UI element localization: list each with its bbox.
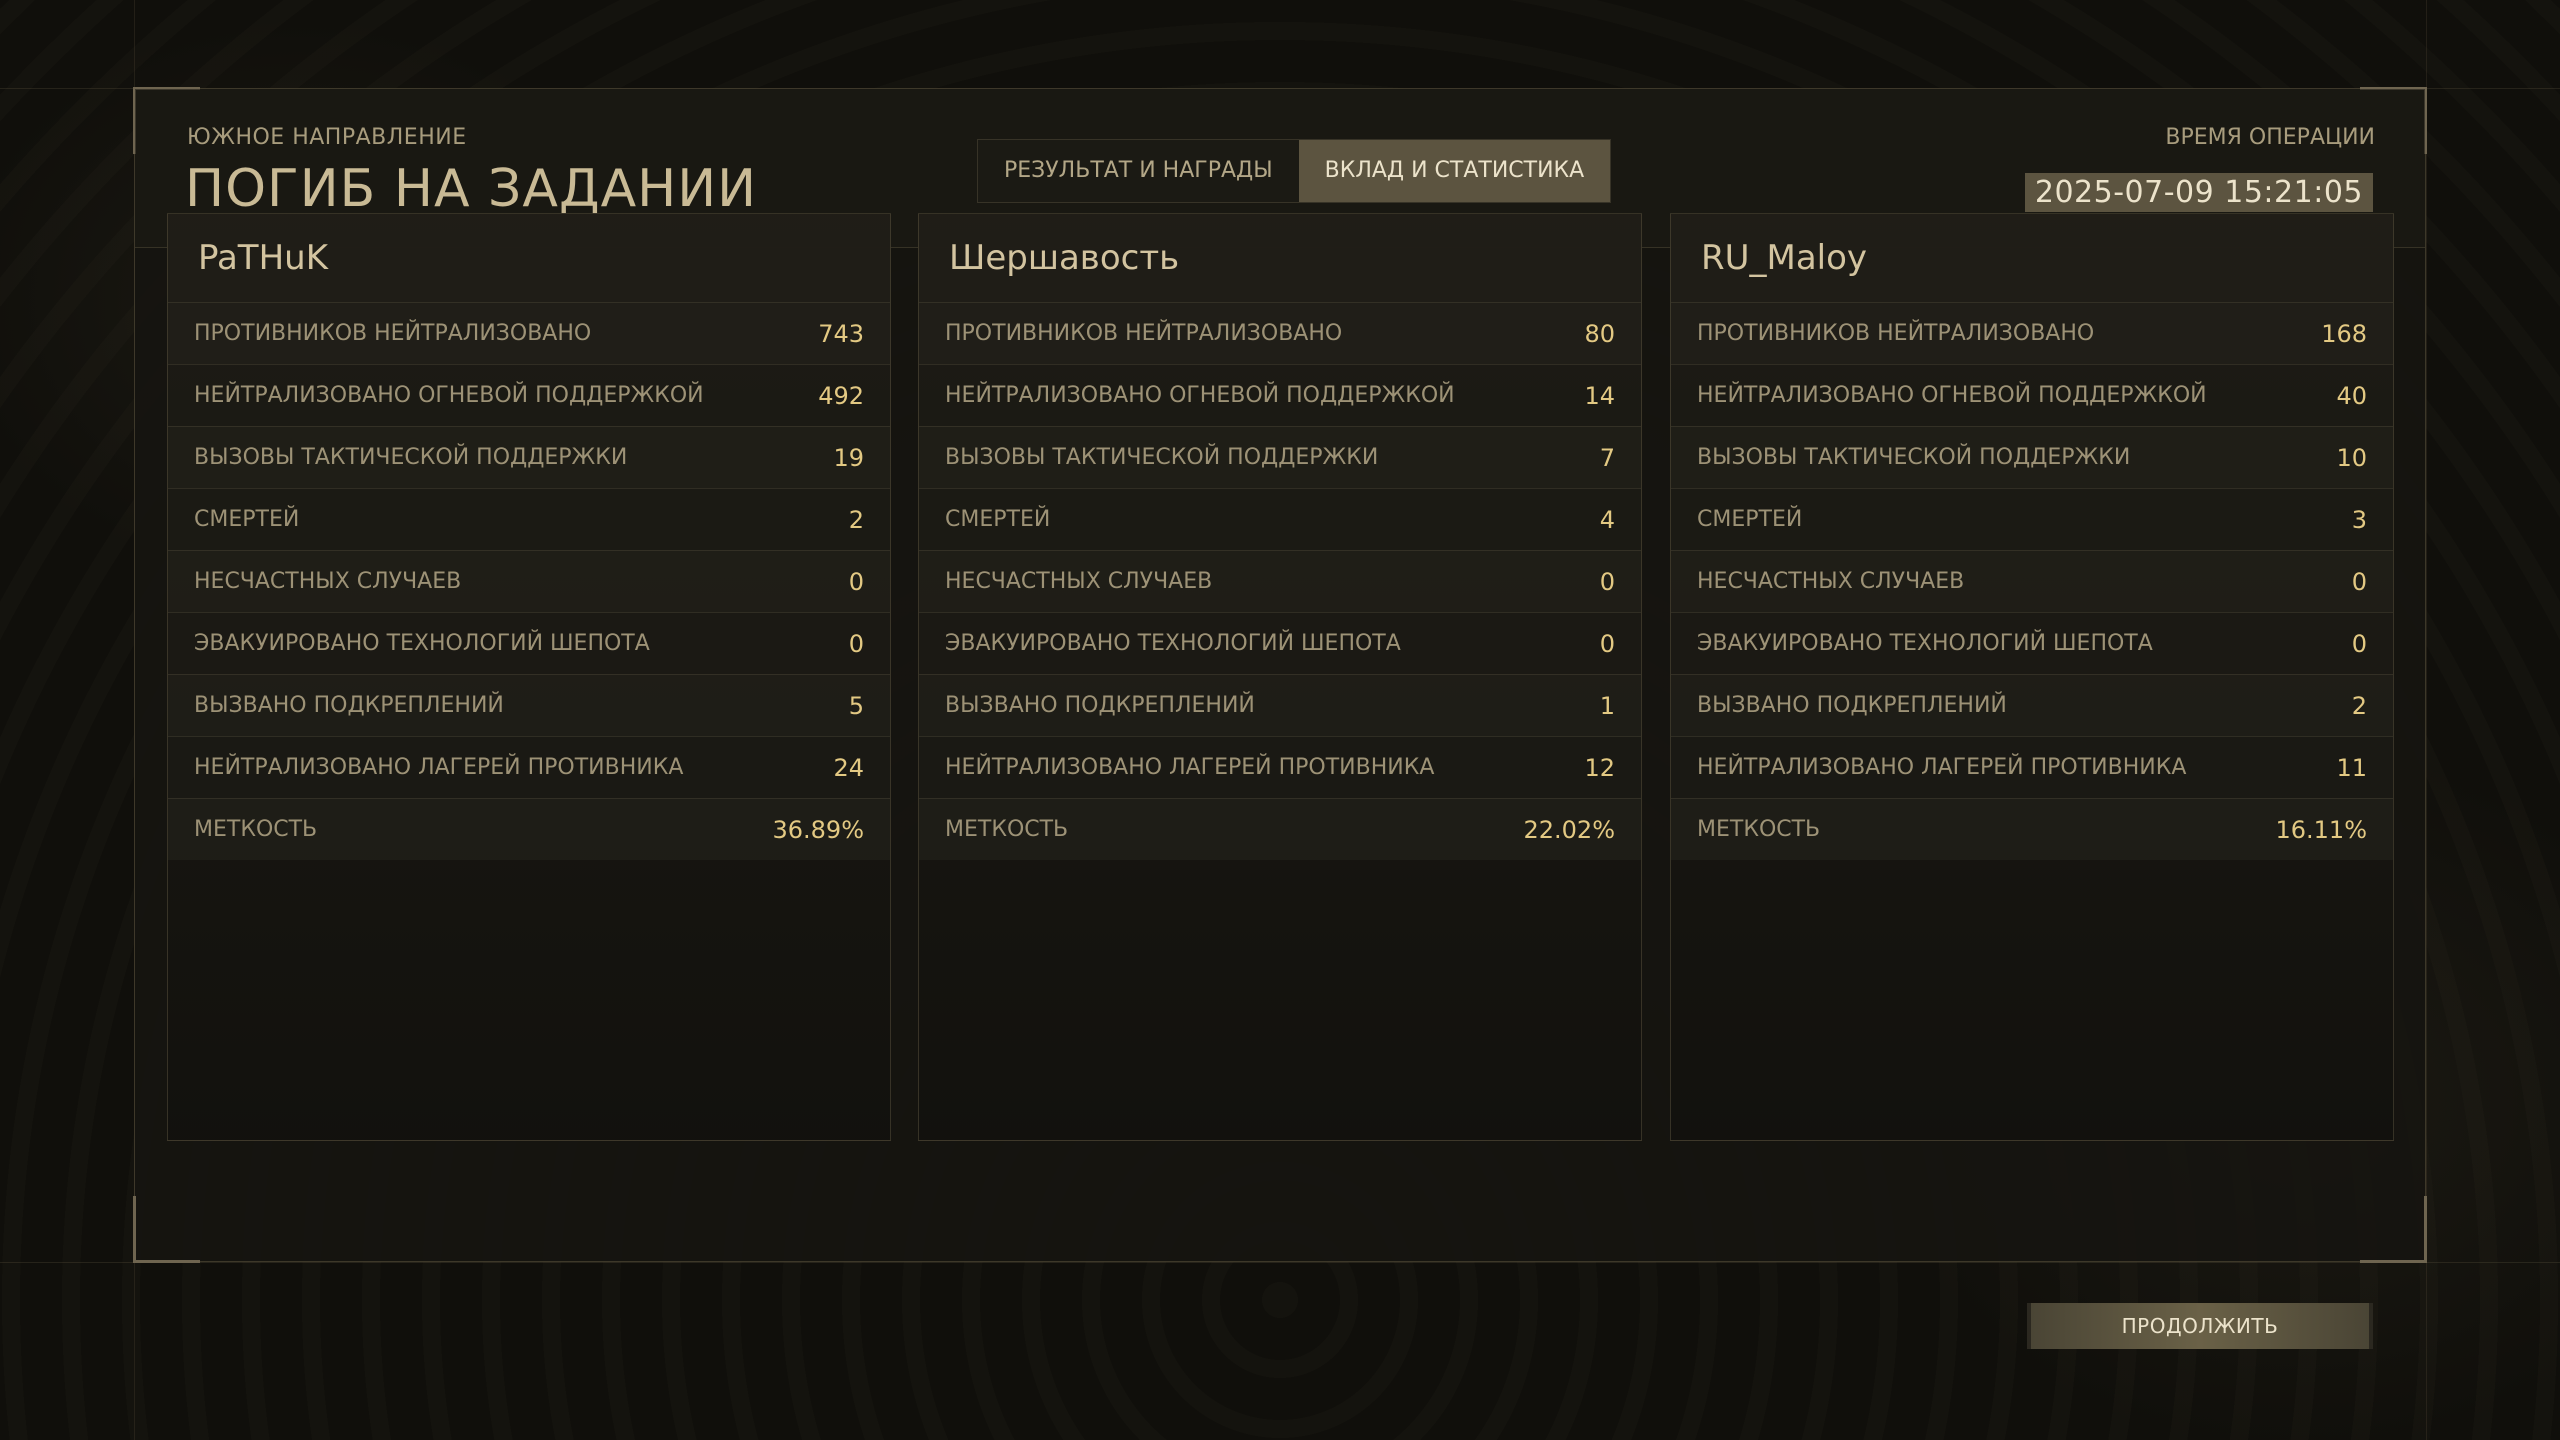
stat-row: ВЫЗОВЫ ТАКТИЧЕСКОЙ ПОДДЕРЖКИ 10 xyxy=(1671,426,2393,488)
stat-label: СМЕРТЕЙ xyxy=(1697,507,1803,532)
stat-row: ПРОТИВНИКОВ НЕЙТРАЛИЗОВАНО 80 xyxy=(919,302,1641,364)
stat-row: НЕЙТРАЛИЗОВАНО ОГНЕВОЙ ПОДДЕРЖКОЙ 40 xyxy=(1671,364,2393,426)
player-card: Шершавость ПРОТИВНИКОВ НЕЙТРАЛИЗОВАНО 80 … xyxy=(918,213,1642,1141)
stat-row: ВЫЗОВЫ ТАКТИЧЕСКОЙ ПОДДЕРЖКИ 7 xyxy=(919,426,1641,488)
stat-value: 0 xyxy=(2351,629,2367,658)
stat-value: 16.11% xyxy=(2275,815,2367,844)
stat-label: НЕСЧАСТНЫХ СЛУЧАЕВ xyxy=(194,569,462,594)
stat-row: НЕЙТРАЛИЗОВАНО ЛАГЕРЕЙ ПРОТИВНИКА 24 xyxy=(168,736,890,798)
stat-value: 10 xyxy=(2336,443,2367,472)
continue-button[interactable]: ПРОДОЛЖИТЬ xyxy=(2027,1303,2373,1349)
stat-value: 24 xyxy=(833,753,864,782)
stat-row: НЕЙТРАЛИЗОВАНО ОГНЕВОЙ ПОДДЕРЖКОЙ 492 xyxy=(168,364,890,426)
stat-row: СМЕРТЕЙ 3 xyxy=(1671,488,2393,550)
stat-label: МЕТКОСТЬ xyxy=(194,817,318,842)
stat-row: НЕЙТРАЛИЗОВАНО ЛАГЕРЕЙ ПРОТИВНИКА 12 xyxy=(919,736,1641,798)
tab-results-rewards[interactable]: РЕЗУЛЬТАТ И НАГРАДЫ xyxy=(978,140,1299,202)
stat-label: НЕЙТРАЛИЗОВАНО ЛАГЕРЕЙ ПРОТИВНИКА xyxy=(194,755,684,780)
stat-row: ПРОТИВНИКОВ НЕЙТРАЛИЗОВАНО 743 xyxy=(168,302,890,364)
stat-row: ЭВАКУИРОВАНО ТЕХНОЛОГИЙ ШЕПОТА 0 xyxy=(1671,612,2393,674)
stat-value: 40 xyxy=(2336,381,2367,410)
stat-row: ЭВАКУИРОВАНО ТЕХНОЛОГИЙ ШЕПОТА 0 xyxy=(168,612,890,674)
stat-label: ВЫЗВАНО ПОДКРЕПЛЕНИЙ xyxy=(194,693,504,718)
stat-value: 11 xyxy=(2336,753,2367,782)
stat-label: НЕЙТРАЛИЗОВАНО ОГНЕВОЙ ПОДДЕРЖКОЙ xyxy=(945,383,1455,408)
stat-row: ВЫЗВАНО ПОДКРЕПЛЕНИЙ 2 xyxy=(1671,674,2393,736)
stat-row: МЕТКОСТЬ 36.89% xyxy=(168,798,890,860)
stat-row: ЭВАКУИРОВАНО ТЕХНОЛОГИЙ ШЕПОТА 0 xyxy=(919,612,1641,674)
stat-row: НЕСЧАСТНЫХ СЛУЧАЕВ 0 xyxy=(168,550,890,612)
stat-value: 3 xyxy=(2351,505,2367,534)
stat-value: 492 xyxy=(818,381,864,410)
stat-label: ЭВАКУИРОВАНО ТЕХНОЛОГИЙ ШЕПОТА xyxy=(945,631,1401,656)
stat-label: МЕТКОСТЬ xyxy=(1697,817,1821,842)
player-name: RU_Maloy xyxy=(1671,214,2393,302)
stat-row: МЕТКОСТЬ 16.11% xyxy=(1671,798,2393,860)
stat-value: 0 xyxy=(848,567,864,596)
stat-value: 2 xyxy=(2351,691,2367,720)
stat-label: ЭВАКУИРОВАНО ТЕХНОЛОГИЙ ШЕПОТА xyxy=(194,631,650,656)
stat-label: НЕСЧАСТНЫХ СЛУЧАЕВ xyxy=(945,569,1213,594)
stat-value: 80 xyxy=(1584,319,1615,348)
corner-ornament xyxy=(2360,1196,2427,1263)
stat-row: СМЕРТЕЙ 2 xyxy=(168,488,890,550)
stat-row: СМЕРТЕЙ 4 xyxy=(919,488,1641,550)
page-title: ПОГИБ НА ЗАДАНИИ xyxy=(185,159,758,219)
stat-label: НЕЙТРАЛИЗОВАНО ЛАГЕРЕЙ ПРОТИВНИКА xyxy=(945,755,1435,780)
stat-value: 0 xyxy=(2351,567,2367,596)
stat-value: 19 xyxy=(833,443,864,472)
player-card: PaTHuK ПРОТИВНИКОВ НЕЙТРАЛИЗОВАНО 743 НЕЙ… xyxy=(167,213,891,1141)
stat-value: 12 xyxy=(1584,753,1615,782)
stat-label: НЕЙТРАЛИЗОВАНО ЛАГЕРЕЙ ПРОТИВНИКА xyxy=(1697,755,2187,780)
stat-label: ЭВАКУИРОВАНО ТЕХНОЛОГИЙ ШЕПОТА xyxy=(1697,631,2153,656)
stat-row: НЕСЧАСТНЫХ СЛУЧАЕВ 0 xyxy=(1671,550,2393,612)
tab-contribution-stats[interactable]: ВКЛАД И СТАТИСТИКА xyxy=(1298,140,1611,202)
stat-label: СМЕРТЕЙ xyxy=(194,507,300,532)
stat-value: 2 xyxy=(848,505,864,534)
stat-label: НЕСЧАСТНЫХ СЛУЧАЕВ xyxy=(1697,569,1965,594)
stat-value: 36.89% xyxy=(772,815,864,844)
player-name: Шершавость xyxy=(919,214,1641,302)
operation-time-value: 2025-07-09 15:21:05 xyxy=(2024,173,2373,212)
stat-value: 1 xyxy=(1599,691,1615,720)
stat-row: ВЫЗВАНО ПОДКРЕПЛЕНИЙ 1 xyxy=(919,674,1641,736)
stat-label: ПРОТИВНИКОВ НЕЙТРАЛИЗОВАНО xyxy=(194,321,592,346)
stat-label: ВЫЗОВЫ ТАКТИЧЕСКОЙ ПОДДЕРЖКИ xyxy=(1697,445,2131,470)
stat-value: 4 xyxy=(1599,505,1615,534)
stat-row: МЕТКОСТЬ 22.02% xyxy=(919,798,1641,860)
stat-row: НЕЙТРАЛИЗОВАНО ЛАГЕРЕЙ ПРОТИВНИКА 11 xyxy=(1671,736,2393,798)
tab-bar: РЕЗУЛЬТАТ И НАГРАДЫ ВКЛАД И СТАТИСТИКА xyxy=(977,139,1612,203)
stat-label: ВЫЗОВЫ ТАКТИЧЕСКОЙ ПОДДЕРЖКИ xyxy=(945,445,1379,470)
stat-row: НЕЙТРАЛИЗОВАНО ОГНЕВОЙ ПОДДЕРЖКОЙ 14 xyxy=(919,364,1641,426)
stat-value: 7 xyxy=(1599,443,1615,472)
stat-row: ВЫЗВАНО ПОДКРЕПЛЕНИЙ 5 xyxy=(168,674,890,736)
stat-label: ПРОТИВНИКОВ НЕЙТРАЛИЗОВАНО xyxy=(1697,321,2095,346)
stat-value: 22.02% xyxy=(1523,815,1615,844)
stat-value: 5 xyxy=(848,691,864,720)
stat-row: НЕСЧАСТНЫХ СЛУЧАЕВ 0 xyxy=(919,550,1641,612)
stat-row: ПРОТИВНИКОВ НЕЙТРАЛИЗОВАНО 168 xyxy=(1671,302,2393,364)
mission-direction: ЮЖНОЕ НАПРАВЛЕНИЕ xyxy=(187,125,467,150)
stat-label: НЕЙТРАЛИЗОВАНО ОГНЕВОЙ ПОДДЕРЖКОЙ xyxy=(1697,383,2207,408)
corner-ornament xyxy=(133,1196,200,1263)
stat-value: 14 xyxy=(1584,381,1615,410)
frame-line xyxy=(0,1262,2560,1263)
stat-label: ВЫЗВАНО ПОДКРЕПЛЕНИЙ xyxy=(945,693,1255,718)
stat-value: 168 xyxy=(2321,319,2367,348)
player-card: RU_Maloy ПРОТИВНИКОВ НЕЙТРАЛИЗОВАНО 168 Н… xyxy=(1670,213,2394,1141)
operation-time-label: ВРЕМЯ ОПЕРАЦИИ xyxy=(2165,125,2375,150)
stat-row: ВЫЗОВЫ ТАКТИЧЕСКОЙ ПОДДЕРЖКИ 19 xyxy=(168,426,890,488)
stat-value: 0 xyxy=(1599,629,1615,658)
stat-label: НЕЙТРАЛИЗОВАНО ОГНЕВОЙ ПОДДЕРЖКОЙ xyxy=(194,383,704,408)
player-name: PaTHuK xyxy=(168,214,890,302)
stat-label: МЕТКОСТЬ xyxy=(945,817,1069,842)
stat-value: 743 xyxy=(818,319,864,348)
stat-label: ПРОТИВНИКОВ НЕЙТРАЛИЗОВАНО xyxy=(945,321,1343,346)
stat-label: ВЫЗОВЫ ТАКТИЧЕСКОЙ ПОДДЕРЖКИ xyxy=(194,445,628,470)
stat-label: ВЫЗВАНО ПОДКРЕПЛЕНИЙ xyxy=(1697,693,2007,718)
stat-value: 0 xyxy=(1599,567,1615,596)
stat-label: СМЕРТЕЙ xyxy=(945,507,1051,532)
stat-value: 0 xyxy=(848,629,864,658)
